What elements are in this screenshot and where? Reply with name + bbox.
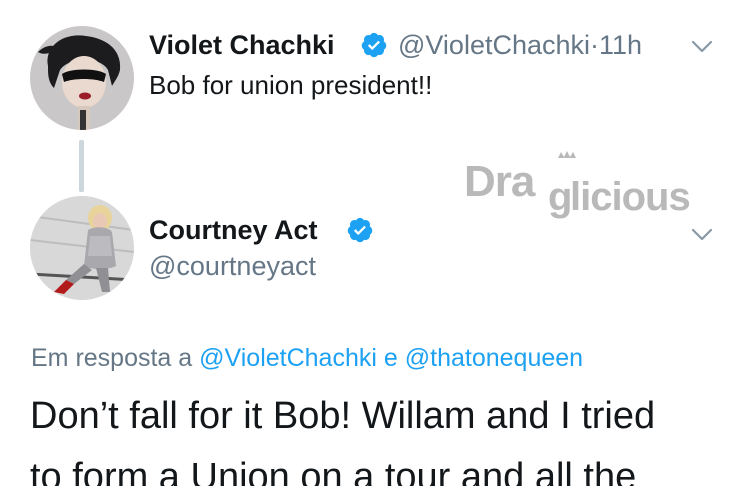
tweet-thread-screenshot: Violet Chachki @VioletChachki·11h Bob fo… [0, 0, 741, 486]
tweet1-separator: · [590, 30, 600, 60]
thread-connector-line [79, 140, 84, 192]
tweet2-handle[interactable]: @courtneyact [149, 250, 316, 282]
svg-text:g: g [548, 175, 572, 219]
verified-badge-icon [360, 31, 388, 59]
tweet1-handle[interactable]: @VioletChachki [398, 30, 590, 60]
avatar-violet-image [30, 26, 134, 130]
avatar-violet-chachki[interactable] [30, 26, 134, 130]
svg-text:Dra: Dra [464, 157, 536, 206]
reply-conjunction: e [383, 344, 398, 372]
tweet2-text-line-2: to form a Union on a tour and all the [30, 456, 637, 486]
tweet1-text: Bob for union president!! [149, 70, 433, 100]
verified-badge-icon [346, 216, 374, 244]
avatar-courtney-act[interactable] [30, 196, 134, 300]
tweet1-handle-and-time[interactable]: @VioletChachki·11h [398, 29, 642, 61]
reply-context: Em resposta a @VioletChachki e @thatoneq… [31, 342, 583, 374]
svg-text:licious: licious [570, 175, 690, 219]
reply-prefix: Em resposta a [31, 344, 193, 372]
tweet1-display-name[interactable]: Violet Chachki [149, 29, 335, 61]
avatar-courtney-image [30, 196, 134, 300]
draglicious-watermark: Dra g licious [462, 150, 722, 222]
tweet2-text-line-1: Don’t fall for it Bob! Willam and I trie… [30, 395, 656, 437]
reply-mention-violetchachki[interactable]: @VioletChachki [199, 344, 377, 372]
tweet2-display-name[interactable]: Courtney Act [149, 214, 318, 246]
tweet1-time[interactable]: 11h [599, 30, 642, 60]
reply-mention-thatonequeen[interactable]: @thatonequeen [405, 344, 583, 372]
chevron-down-icon[interactable] [691, 228, 713, 242]
chevron-down-icon[interactable] [691, 40, 713, 54]
